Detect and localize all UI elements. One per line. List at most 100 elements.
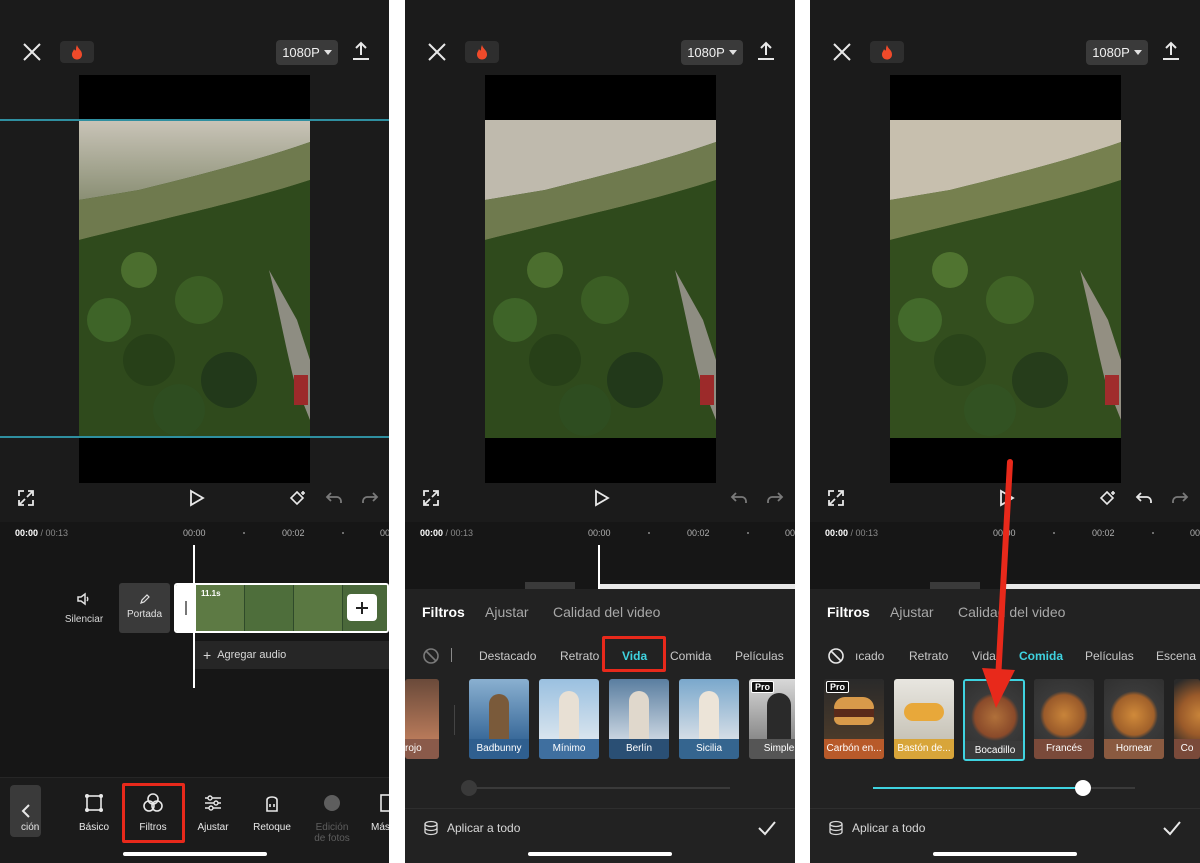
filter-thumb[interactable]: Pro Simple: [749, 679, 795, 759]
play-icon[interactable]: [591, 488, 611, 508]
edit-icon: [32, 792, 54, 814]
fire-icon[interactable]: [870, 41, 904, 63]
tab-video-quality[interactable]: Calidad del video: [553, 604, 660, 620]
filter-thumb[interactable]: Badbunny: [469, 679, 529, 759]
playhead[interactable]: [193, 545, 195, 688]
fullscreen-icon[interactable]: [16, 488, 36, 508]
filter-thumb[interactable]: Bastón de...: [894, 679, 954, 759]
video-preview[interactable]: [79, 75, 310, 483]
play-icon[interactable]: [186, 488, 206, 508]
cover-button[interactable]: Portada: [119, 583, 170, 633]
filter-thumb-selected[interactable]: Bocadillo: [963, 679, 1025, 761]
add-audio-button[interactable]: + Agregar audio: [195, 641, 389, 669]
video-preview[interactable]: [890, 75, 1121, 483]
close-icon[interactable]: [425, 40, 449, 64]
filter-thumb[interactable]: Sicilia: [679, 679, 739, 759]
resolution-dropdown[interactable]: 1080P: [681, 40, 743, 65]
tool-photo-edit[interactable]: Edición de fotos: [302, 792, 362, 844]
close-icon[interactable]: [20, 40, 44, 64]
undo-icon[interactable]: [729, 488, 749, 508]
filter-thumb[interactable]: Co: [1174, 679, 1200, 759]
tab-adjust[interactable]: Ajustar: [485, 604, 529, 620]
home-indicator: [528, 852, 672, 856]
undo-icon[interactable]: [1134, 488, 1154, 508]
undo-icon[interactable]: [324, 488, 344, 508]
ruler-dot: [1152, 532, 1154, 534]
tab-filters[interactable]: Filtros: [422, 604, 465, 620]
editor-screen-1: 1080P 00:00 / 00:13 00:00 00:02 00 Silen…: [0, 0, 389, 863]
resolution-dropdown[interactable]: 1080P: [1086, 40, 1148, 65]
close-icon[interactable]: [830, 40, 854, 64]
fire-icon[interactable]: [465, 41, 499, 63]
filter-thumb[interactable]: rojo: [405, 679, 439, 759]
tab-adjust[interactable]: Ajustar: [890, 604, 934, 620]
category-food[interactable]: Comida: [1019, 649, 1063, 663]
layers-icon: [829, 820, 843, 836]
chevron-down-icon: [728, 50, 737, 55]
filter-thumb[interactable]: Francés: [1034, 679, 1094, 759]
tab-video-quality[interactable]: Calidad del video: [958, 604, 1065, 620]
add-clip-button[interactable]: [347, 594, 377, 621]
check-icon[interactable]: [1161, 817, 1183, 839]
category-featured[interactable]: Destacado: [479, 649, 536, 663]
category-portrait[interactable]: Retrato: [909, 649, 948, 663]
video-preview[interactable]: [485, 75, 716, 483]
filter-thumb[interactable]: Hornear: [1104, 679, 1164, 759]
filter-label: Berlín: [609, 739, 669, 759]
ruler-tick: 00:00: [993, 528, 1016, 538]
photo-edit-icon: [324, 795, 340, 811]
mute-button[interactable]: Silenciar: [58, 590, 110, 625]
tool-edit[interactable]: ción: [21, 792, 65, 833]
tool-label: Ajustar: [197, 822, 229, 833]
upload-icon[interactable]: [350, 40, 372, 62]
tool-label: Edición de fotos: [314, 822, 350, 844]
resolution-dropdown[interactable]: 1080P: [276, 40, 338, 65]
filter-thumb[interactable]: Pro Carbón en...: [824, 679, 884, 759]
filter-thumb[interactable]: Mínimo: [539, 679, 599, 759]
tool-adjust[interactable]: Ajustar: [183, 792, 243, 833]
filters-highlight: [122, 783, 185, 843]
fire-icon[interactable]: [60, 41, 94, 63]
category-scene[interactable]: Escena n: [1156, 649, 1200, 663]
category-food[interactable]: Comida: [670, 649, 711, 663]
intensity-knob[interactable]: [1075, 780, 1091, 796]
playhead[interactable]: [598, 545, 600, 589]
apply-all-button[interactable]: Aplicar a todo: [423, 820, 520, 836]
landscape-frame: [890, 120, 1121, 438]
redo-icon[interactable]: [360, 488, 380, 508]
tool-basic[interactable]: Básico: [64, 792, 124, 833]
tool-retouch[interactable]: Retoque: [242, 792, 302, 833]
redo-icon[interactable]: [1170, 488, 1190, 508]
play-icon[interactable]: [996, 488, 1016, 508]
check-icon[interactable]: [756, 817, 778, 839]
playhead[interactable]: [1003, 545, 1005, 589]
intensity-slider[interactable]: [468, 787, 730, 789]
apply-all-button[interactable]: Aplicar a todo: [828, 820, 925, 836]
filter-preview: [894, 679, 954, 739]
thumb-separator: [454, 705, 455, 735]
category-life[interactable]: Vida: [972, 649, 996, 663]
filter-thumb[interactable]: Berlín: [609, 679, 669, 759]
fullscreen-icon[interactable]: [421, 488, 441, 508]
category-portrait[interactable]: Retrato: [560, 649, 599, 663]
keyframe-icon[interactable]: [288, 488, 308, 508]
tool-label: Retoque: [253, 822, 291, 833]
filter-label: Carbón en...: [824, 739, 884, 759]
fullscreen-icon[interactable]: [826, 488, 846, 508]
intensity-fill: [873, 787, 1083, 789]
category-featured[interactable]: ıcado: [855, 649, 884, 663]
category-movies[interactable]: Películas: [735, 649, 784, 663]
intensity-knob[interactable]: [461, 780, 477, 796]
tab-filters[interactable]: Filtros: [827, 604, 870, 620]
no-filter-icon[interactable]: [827, 647, 845, 665]
ruler-dot: [648, 532, 650, 534]
category-movies[interactable]: Películas: [1085, 649, 1134, 663]
keyframe-icon[interactable]: [1098, 488, 1118, 508]
layers-icon: [424, 820, 438, 836]
upload-icon[interactable]: [1160, 40, 1182, 62]
tool-more[interactable]: Más: [360, 792, 389, 833]
redo-icon[interactable]: [765, 488, 785, 508]
ruler-tick: 00:02: [282, 528, 305, 538]
no-filter-icon[interactable]: [422, 647, 440, 665]
upload-icon[interactable]: [755, 40, 777, 62]
